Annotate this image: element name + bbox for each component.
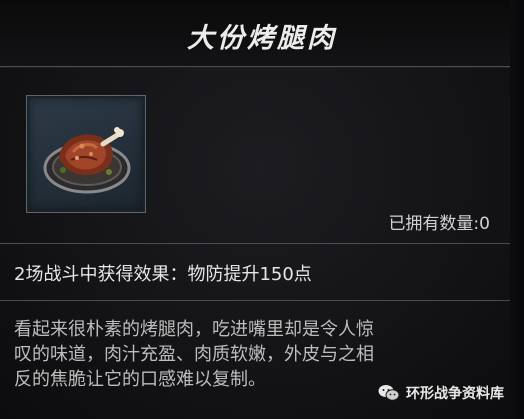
title-bar: 大份烤腿肉 <box>0 0 524 67</box>
item-description: 看起来很朴素的烤腿肉，吃进嘴里却是令人惊 叹的味道，肉汁充盈、肉质软嫩，外皮与之… <box>14 317 494 392</box>
item-title: 大份烤腿肉 <box>187 23 337 54</box>
owned-count-row: 已拥有数量:0 <box>388 209 490 234</box>
watermark: 环形战争资料库 <box>378 383 504 403</box>
watermark-text: 环形战争资料库 <box>406 386 504 402</box>
divider <box>0 243 510 244</box>
item-icon-frame <box>26 95 146 213</box>
wechat-icon <box>378 384 400 402</box>
owned-label: 已拥有数量: <box>388 214 480 234</box>
owned-count: 0 <box>479 214 490 234</box>
divider <box>0 300 510 301</box>
roast-meat-on-plate-icon <box>43 127 131 194</box>
description-line: 看起来很朴素的烤腿肉，吃进嘴里却是令人惊 <box>14 319 374 340</box>
panel-edge <box>510 0 524 419</box>
item-effect: 2场战斗中获得效果：物防提升150点 <box>14 264 312 285</box>
item-detail-panel: 大份烤腿肉 已拥有数量:0 2场战斗中获得效果：物防提升150点 看起来很朴素的… <box>0 0 524 419</box>
description-line: 叹的味道，肉汁充盈、肉质软嫩，外皮与之相 <box>14 344 374 365</box>
